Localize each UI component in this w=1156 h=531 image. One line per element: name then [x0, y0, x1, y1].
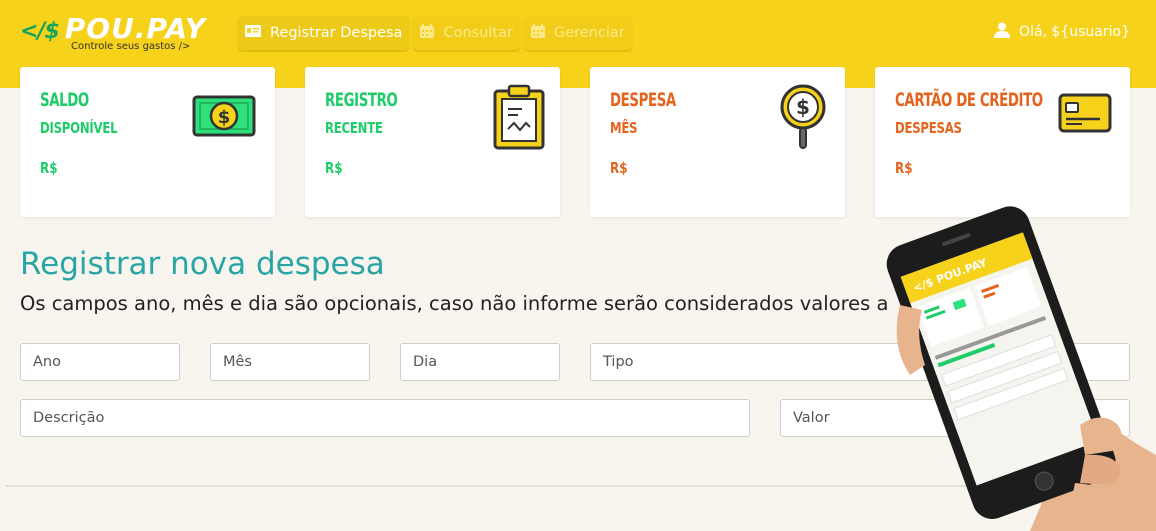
- clipboard-icon: [492, 83, 546, 155]
- card-subtitle: RECENTE: [325, 119, 383, 137]
- logo-code: </$: [20, 19, 60, 44]
- user-icon: [994, 22, 1011, 42]
- page-title: Registrar nova despesa: [20, 246, 385, 282]
- nav-registrar-despesa[interactable]: Registrar Despesa: [237, 16, 411, 52]
- dollar-search-icon: $: [779, 83, 827, 155]
- user-greeting: Olá, ${usuario}: [1019, 24, 1130, 40]
- card-saldo: SALDO DISPONÍVEL R$ $: [20, 67, 275, 217]
- card-cartao: CARTÃO DE CRÉDITO DESPESAS R$: [875, 67, 1130, 217]
- ano-field[interactable]: Ano: [20, 343, 180, 381]
- card-subtitle: DISPONÍVEL: [40, 119, 118, 137]
- calendar-icon: [420, 24, 435, 42]
- nav-label: Gerenciar: [553, 25, 625, 41]
- form-hint: Os campos ano, mês e dia são opcionais, …: [20, 292, 889, 315]
- card-title: CARTÃO DE CRÉDITO: [895, 89, 1043, 111]
- card-title: REGISTRO: [325, 89, 398, 111]
- mes-field[interactable]: Mês: [210, 343, 370, 381]
- svg-text:$: $: [218, 107, 231, 128]
- card-value: R$: [40, 159, 58, 177]
- user-menu[interactable]: Olá, ${usuario}: [994, 22, 1130, 42]
- card-title: DESPESA: [610, 89, 676, 111]
- card-title: SALDO: [40, 89, 89, 111]
- nav-consultar[interactable]: Consultar: [412, 16, 521, 52]
- dia-field[interactable]: Dia: [400, 343, 560, 381]
- card-value: R$: [895, 159, 913, 177]
- phone-illustration: </$ POU.PAY: [880, 205, 1156, 531]
- main-nav: Registrar Despesa Consultar Gerenciar: [237, 16, 633, 52]
- credit-card-icon: [1058, 93, 1112, 137]
- nav-label: Registrar Despesa: [270, 25, 403, 41]
- logo-tagline: Controle seus gastos />: [71, 41, 191, 52]
- money-bill-icon: $: [192, 95, 256, 141]
- card-registro: REGISTRO RECENTE R$: [305, 67, 560, 217]
- card-value: R$: [610, 159, 628, 177]
- card-despesa: DESPESA MÊS R$ $: [590, 67, 845, 217]
- card-value: R$: [325, 159, 343, 177]
- card-subtitle: DESPESAS: [895, 119, 962, 137]
- nav-label: Consultar: [443, 25, 513, 41]
- id-card-icon: [245, 25, 261, 41]
- calendar-icon: [530, 24, 545, 42]
- nav-gerenciar[interactable]: Gerenciar: [522, 16, 633, 52]
- svg-text:$: $: [796, 95, 810, 119]
- descricao-field[interactable]: Descrição: [20, 399, 750, 437]
- logo[interactable]: </$ POU.PAY Controle seus gastos />: [20, 12, 206, 52]
- card-subtitle: MÊS: [610, 119, 638, 137]
